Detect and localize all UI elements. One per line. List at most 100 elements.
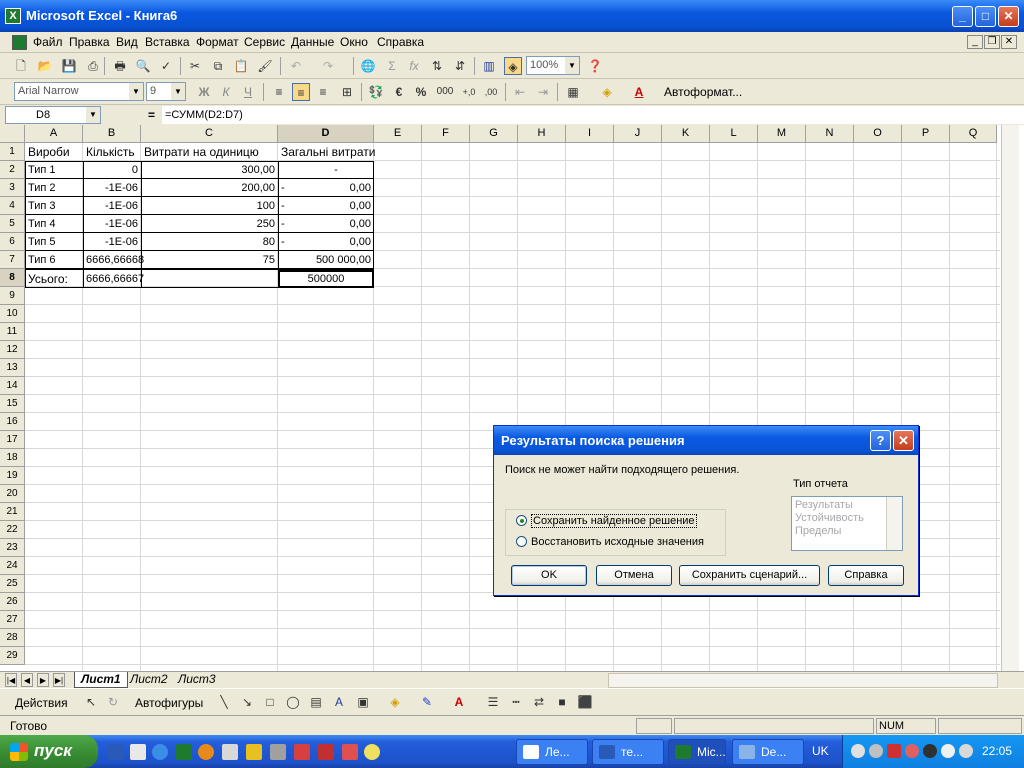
tab-sheet1[interactable]: Лист1 [74,672,128,688]
bulb-quicklaunch-icon[interactable] [364,744,380,760]
cancel-button[interactable]: Отмена [596,565,672,586]
excel-quicklaunch-icon[interactable] [176,744,192,760]
menu-data[interactable]: Данные [291,35,334,49]
column-header-o[interactable]: O [854,125,902,143]
task-button-excel[interactable]: Mic... [668,739,726,765]
cell-d2[interactable]: - [278,161,394,179]
column-header-g[interactable]: G [470,125,518,143]
row-header-21[interactable]: 21 [0,503,25,521]
column-header-a[interactable]: A [25,125,83,143]
cell-b8[interactable]: 6666,66667 [83,270,144,288]
chevron-down-icon[interactable]: ▼ [86,107,100,123]
list-item[interactable]: Пределы [795,525,841,537]
row-header-10[interactable]: 10 [0,305,25,323]
textbox-icon[interactable]: ▤ [307,693,325,711]
dash-style-icon[interactable]: ┅ [507,693,525,711]
prev-sheet-icon[interactable]: ◀ [21,673,33,687]
cell-c5[interactable]: 250 [141,215,278,233]
row-header-23[interactable]: 23 [0,539,25,557]
percent-icon[interactable]: % [412,83,430,101]
cell-c4[interactable]: 100 [141,197,278,215]
print-preview-icon[interactable]: 🔍 [134,57,152,75]
rotate-icon[interactable]: ↻ [104,693,122,711]
doc-minimize-button[interactable]: _ [967,35,983,49]
column-header-p[interactable]: P [902,125,950,143]
close-button[interactable]: ✕ [998,6,1019,27]
menu-file[interactable]: Файл [33,35,63,49]
column-header-q[interactable]: Q [950,125,997,143]
new-icon[interactable]: 🗋 [12,57,30,75]
rectangle-icon[interactable]: □ [261,693,279,711]
tray-icon[interactable] [851,744,865,758]
list-item[interactable]: Результаты [795,499,853,511]
hyperlink-icon[interactable]: 🌐 [359,57,377,75]
row-header-12[interactable]: 12 [0,341,25,359]
cell-c1[interactable]: Витрати на одиницю [141,143,278,161]
cell-a5[interactable]: Тип 4 [25,215,83,233]
menu-edit[interactable]: Правка [69,35,110,49]
open-icon[interactable]: 📂 [36,57,54,75]
draw-font-color-icon[interactable]: A [450,693,468,711]
radio-checked-icon[interactable] [516,514,527,526]
column-header-c[interactable]: C [141,125,278,143]
cell-c8[interactable] [141,270,278,288]
next-sheet-icon[interactable]: ▶ [37,673,49,687]
desktop-quicklaunch-icon[interactable] [130,744,146,760]
zoom-combo[interactable]: 100% ▼ [526,56,580,75]
menu-insert[interactable]: Вставка [145,35,190,49]
3d-icon[interactable]: ⬛ [576,693,594,711]
select-all-corner[interactable] [0,125,25,143]
cell-b3[interactable]: -1E-06 [83,179,141,197]
row-header-8[interactable]: 8 [0,269,25,287]
row-header-4[interactable]: 4 [0,197,25,215]
sort-ascending-icon[interactable]: ⇅ [428,57,446,75]
save-scenario-button[interactable]: Сохранить сценарий... [679,565,820,586]
row-header-3[interactable]: 3 [0,179,25,197]
column-header-j[interactable]: J [614,125,662,143]
radio-unchecked-icon[interactable] [516,535,527,547]
maximize-button[interactable]: □ [975,6,996,27]
spelling-icon[interactable]: ✓ [157,57,175,75]
line-icon[interactable]: ╲ [215,693,233,711]
drawing-icon[interactable]: ◈ [504,57,522,75]
cell-c3[interactable]: 200,00 [141,179,278,197]
chevron-down-icon[interactable]: ▼ [565,57,579,74]
print-icon[interactable]: 🖶 [111,57,129,75]
row-header-16[interactable]: 16 [0,413,25,431]
shadow-icon[interactable]: ■ [553,693,571,711]
menu-tools[interactable]: Сервис [244,35,285,49]
workbook-icon[interactable] [12,35,27,50]
sort-descending-icon[interactable]: ⇵ [451,57,469,75]
cell-d6[interactable]: 0,00 [298,233,374,251]
column-header-h[interactable]: H [518,125,566,143]
comma-style-icon[interactable]: 000 [436,83,454,101]
font-name-combo[interactable]: Arial Narrow ▼ [14,82,144,101]
cell-a2[interactable]: Тип 1 [25,161,83,179]
autoshapes-menu[interactable]: Автофигуры [135,696,203,710]
font-color-icon[interactable]: A [630,83,648,101]
formula-input[interactable]: =СУММ(D2:D7) [162,106,1024,124]
cell-d1[interactable]: Загальні витрати [278,143,375,161]
chevron-down-icon[interactable]: ▼ [171,83,185,100]
media-quicklaunch-icon[interactable] [198,744,214,760]
dialog-close-button[interactable]: ✕ [893,430,914,451]
arrow-style-icon[interactable]: ⇄ [530,693,548,711]
cell-c2[interactable]: 300,00 [141,161,278,179]
row-header-13[interactable]: 13 [0,359,25,377]
language-indicator[interactable]: UK [812,744,829,758]
tray-icon[interactable] [869,744,883,758]
row-header-7[interactable]: 7 [0,251,25,269]
increase-decimal-icon[interactable]: +,0 [460,83,478,101]
chart-wizard-icon[interactable]: ▥ [480,57,498,75]
row-header-5[interactable]: 5 [0,215,25,233]
autoformat-button[interactable]: Автоформат... [664,83,752,101]
row-header-9[interactable]: 9 [0,287,25,305]
row-header-11[interactable]: 11 [0,323,25,341]
permission-icon[interactable]: ⎙ [84,57,102,75]
align-right-icon[interactable]: ≡ [314,83,332,101]
row-header-6[interactable]: 6 [0,233,25,251]
column-header-b[interactable]: B [83,125,141,143]
app-quicklaunch-icon[interactable] [222,744,238,760]
cell-b5[interactable]: -1E-06 [83,215,141,233]
excel-app-icon[interactable]: X [5,8,21,24]
